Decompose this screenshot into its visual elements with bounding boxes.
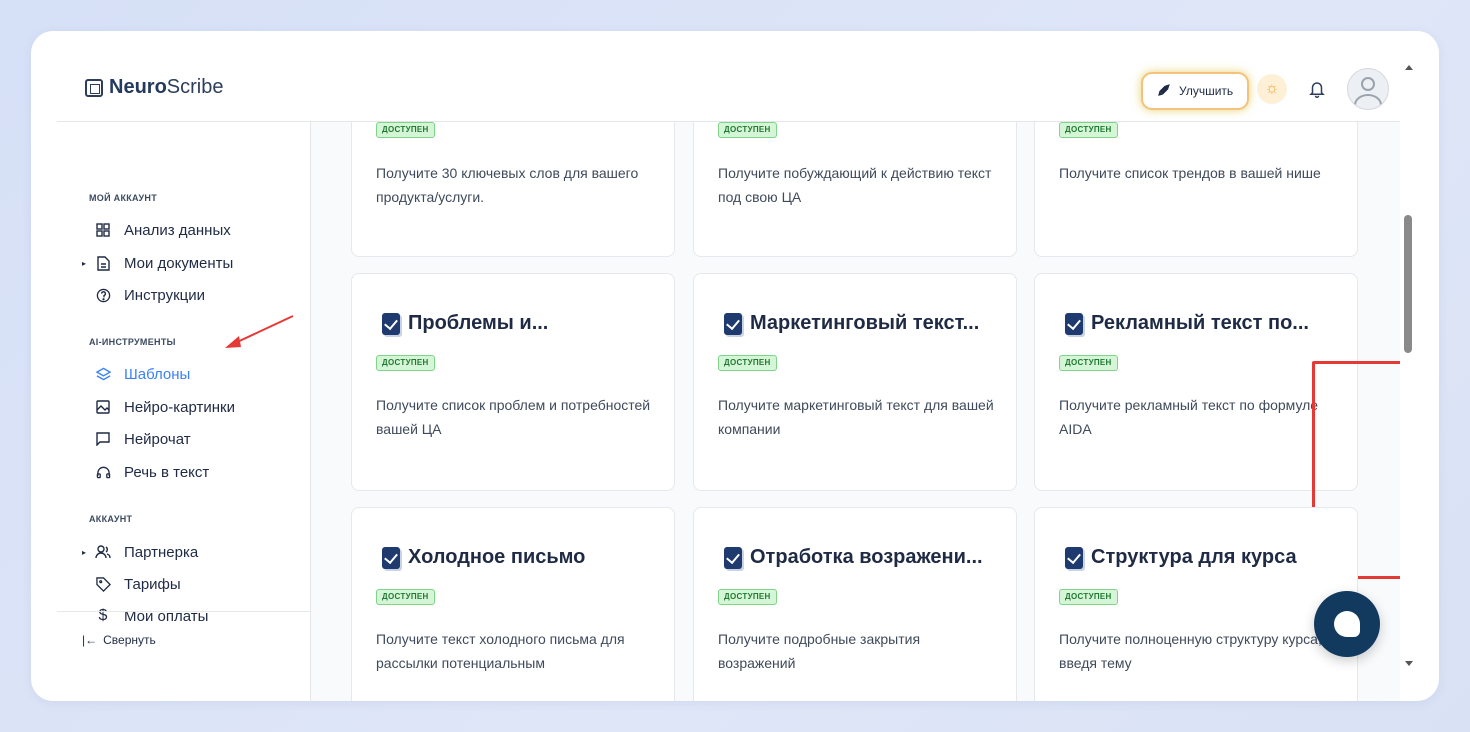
sidebar: МОЙ АККАУНТ Анализ данных ▸ Мои документ…: [57, 122, 311, 701]
status-badge: ДОСТУПЕН: [1059, 355, 1118, 371]
grid-icon: [94, 223, 112, 237]
sidebar-divider: [57, 611, 310, 612]
brand-name: NeuroScribe: [109, 76, 224, 98]
avatar[interactable]: [1347, 68, 1389, 110]
section-title-account: АККАУНТ: [89, 514, 133, 524]
template-card-objections[interactable]: Отработка возражени... ДОСТУПЕН Получите…: [693, 507, 1017, 701]
status-badge: ДОСТУПЕН: [376, 589, 435, 605]
annotation-arrow-icon: [225, 315, 294, 348]
template-card-problems[interactable]: Проблемы и... ДОСТУПЕН Получите список п…: [351, 273, 675, 491]
image-icon: [94, 400, 112, 414]
top-header: NeuroScribe Улучшить ☼: [57, 31, 1400, 122]
help-circle-icon: [94, 288, 112, 303]
card-description: Получите рекламный текст по формуле AIDA: [1059, 397, 1319, 437]
template-card-cold-email[interactable]: Холодное письмо ДОСТУПЕН Получите текст …: [351, 507, 675, 701]
checkbox-icon: [382, 546, 400, 569]
sidebar-item-instructions[interactable]: Инструкции: [82, 282, 205, 308]
status-badge: ДОСТУПЕН: [1059, 589, 1118, 605]
collapse-arrow-icon: |←: [82, 633, 98, 647]
card-description: Получите полноценную структуру курса, вв…: [1059, 631, 1322, 671]
templates-grid: ДОСТУПЕН Получите 30 ключевых слов для в…: [311, 122, 1400, 701]
card-description: Получите маркетинговый текст для вашей к…: [718, 397, 994, 437]
users-icon: [94, 545, 112, 559]
checkbox-icon: [1065, 546, 1083, 569]
checkbox-icon: [1065, 312, 1083, 335]
sidebar-item-partners[interactable]: ▸ Партнерка: [82, 539, 198, 565]
tag-icon: [94, 576, 112, 592]
status-badge: ДОСТУПЕН: [376, 355, 435, 371]
sidebar-item-templates[interactable]: Шаблоны: [82, 361, 190, 387]
rocket-icon: [1157, 83, 1171, 100]
card-description: Получите текст холодного письма для расс…: [376, 631, 625, 671]
sidebar-item-neurochat[interactable]: Нейрочат: [82, 426, 191, 452]
bell-icon[interactable]: [1305, 75, 1329, 103]
upgrade-button[interactable]: Улучшить: [1143, 74, 1248, 108]
layers-icon: [94, 367, 112, 381]
card-title: Маркетинговый текст...: [750, 312, 980, 334]
caret-right-icon: ▸: [82, 547, 87, 557]
chat-icon: [94, 432, 112, 446]
caret-right-icon: ▸: [82, 258, 87, 268]
collapse-button[interactable]: |← Свернуть: [82, 633, 156, 647]
card-title: Проблемы и...: [408, 312, 549, 334]
status-badge: ДОСТУПЕН: [1059, 122, 1118, 138]
dollar-icon: $: [98, 607, 108, 624]
headphones-icon: [94, 465, 112, 479]
checkbox-icon: [724, 312, 742, 335]
template-card-keywords[interactable]: ДОСТУПЕН Получите 30 ключевых слов для в…: [351, 122, 675, 257]
template-card-ad-text-aida[interactable]: Рекламный текст по... ДОСТУПЕН Получите …: [1034, 273, 1358, 491]
template-card-marketing-text[interactable]: Маркетинговый текст... ДОСТУПЕН Получите…: [693, 273, 1017, 491]
template-card-course-structure[interactable]: Структура для курса ДОСТУПЕН Получите по…: [1034, 507, 1358, 701]
chat-bubble-icon: [1334, 611, 1360, 637]
card-title: Отработка возражени...: [750, 546, 983, 568]
upgrade-label: Улучшить: [1179, 84, 1234, 98]
chat-widget-button[interactable]: [1314, 591, 1380, 657]
scrollbar[interactable]: [1400, 61, 1418, 673]
sidebar-item-neuro-images[interactable]: Нейро-картинки: [82, 394, 235, 420]
card-title: Структура для курса: [1091, 546, 1297, 568]
checkbox-icon: [724, 546, 742, 569]
app-window: NeuroScribe Улучшить ☼ МОЙ АККАУНТ Анали…: [31, 31, 1439, 701]
card-title: Холодное письмо: [408, 546, 586, 568]
scrollbar-thumb[interactable]: [1404, 215, 1412, 353]
checkbox-icon: [382, 312, 400, 335]
sidebar-item-speech-to-text[interactable]: Речь в текст: [82, 459, 209, 485]
card-title: Рекламный текст по...: [1091, 312, 1309, 334]
document-icon: [94, 255, 112, 271]
template-card-trends[interactable]: ДОСТУПЕН Получите список трендов в вашей…: [1034, 122, 1358, 257]
sidebar-item-my-documents[interactable]: ▸ Мои документы: [82, 250, 233, 276]
scroll-down-arrow-icon[interactable]: [1405, 661, 1413, 666]
sidebar-item-tariffs[interactable]: Тарифы: [82, 571, 181, 597]
status-badge: ДОСТУПЕН: [718, 589, 777, 605]
logo[interactable]: NeuroScribe: [85, 76, 224, 99]
section-title-my-account: МОЙ АККАУНТ: [89, 193, 158, 203]
status-badge: ДОСТУПЕН: [718, 355, 777, 371]
template-card-cta-text[interactable]: ДОСТУПЕН Получите побуждающий к действию…: [693, 122, 1017, 257]
card-description: Получите список проблем и потребностей в…: [376, 397, 651, 437]
section-title-ai-tools: AI-ИНСТРУМЕНТЫ: [89, 337, 176, 347]
sidebar-item-my-payments[interactable]: $ Мои оплаты: [82, 603, 209, 629]
theme-toggle-sun-icon[interactable]: ☼: [1257, 74, 1287, 104]
status-badge: ДОСТУПЕН: [718, 122, 777, 138]
logo-icon: [85, 78, 103, 97]
card-description: Получите подробные закрытия возражений: [718, 631, 921, 671]
sidebar-item-data-analysis[interactable]: Анализ данных: [82, 217, 231, 243]
scroll-up-arrow-icon[interactable]: [1405, 65, 1413, 70]
status-badge: ДОСТУПЕН: [376, 122, 435, 138]
